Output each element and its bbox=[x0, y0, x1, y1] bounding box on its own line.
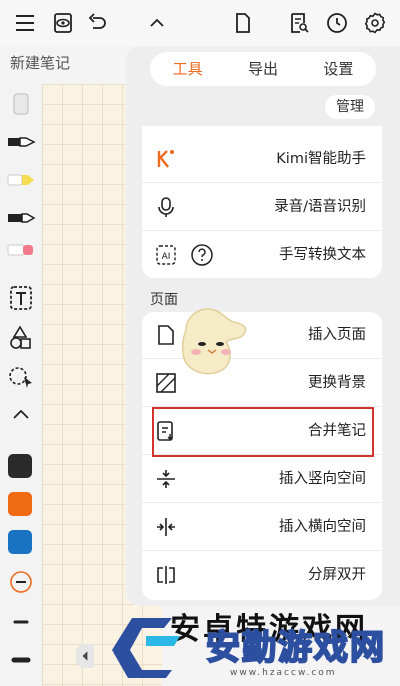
menu-icon[interactable] bbox=[10, 8, 40, 38]
vertical-space-icon bbox=[154, 468, 178, 490]
note-title[interactable]: 新建笔记 bbox=[10, 52, 70, 73]
split-screen-label: 分屏双开 bbox=[308, 567, 366, 583]
fountain-pen-icon[interactable] bbox=[5, 128, 37, 156]
watermark-logo bbox=[112, 618, 180, 678]
shapes-tool-icon[interactable] bbox=[5, 324, 37, 352]
split-screen-row[interactable]: 分屏双开 bbox=[142, 552, 382, 598]
settings-icon[interactable] bbox=[360, 8, 390, 38]
collapse-icon[interactable] bbox=[142, 8, 172, 38]
stroke-width-minus-icon[interactable] bbox=[5, 568, 37, 596]
handwriting-to-text-row[interactable]: AI 手写转换文本 bbox=[142, 232, 382, 278]
insert-horizontal-space-row[interactable]: 插入横向空间 bbox=[142, 504, 382, 551]
help-icon[interactable] bbox=[190, 243, 214, 267]
history-icon[interactable] bbox=[322, 8, 352, 38]
kimi-assistant-label: Kimi智能助手 bbox=[276, 151, 366, 167]
change-background-label: 更换背景 bbox=[308, 375, 366, 391]
watermark-url: www.hzaccw.com bbox=[230, 668, 337, 678]
voice-recognition-row[interactable]: 录音/语音识别 bbox=[142, 184, 382, 231]
page-icon[interactable] bbox=[228, 8, 258, 38]
eraser-tool-icon[interactable] bbox=[5, 90, 37, 118]
highlight-box bbox=[152, 407, 374, 457]
view-icon[interactable] bbox=[48, 8, 78, 38]
top-toolbar bbox=[0, 0, 400, 46]
manage-button[interactable]: 管理 bbox=[325, 95, 375, 119]
stroke-size-medium-icon[interactable] bbox=[5, 646, 37, 674]
highlighter-icon[interactable] bbox=[5, 166, 37, 194]
mascot-sticker bbox=[181, 308, 247, 375]
marker-pen-icon[interactable] bbox=[5, 204, 37, 232]
insert-page-label: 插入页面 bbox=[308, 327, 366, 343]
search-doc-icon[interactable] bbox=[284, 8, 314, 38]
color-swatch-blue[interactable] bbox=[8, 530, 32, 554]
tool-strip bbox=[0, 84, 42, 686]
split-screen-icon bbox=[154, 564, 178, 586]
color-swatch-orange[interactable] bbox=[8, 492, 32, 516]
tools-group: Kimi智能助手 录音/语音识别 AI 手写转换文本 bbox=[142, 126, 382, 278]
undo-icon[interactable] bbox=[82, 8, 112, 38]
text-tool-icon[interactable] bbox=[5, 284, 37, 312]
handwriting-to-text-label: 手写转换文本 bbox=[279, 247, 366, 263]
voice-recognition-label: 录音/语音识别 bbox=[274, 199, 366, 215]
tab-tools[interactable]: 工具 bbox=[150, 52, 225, 86]
collapse-tools-icon[interactable] bbox=[5, 400, 37, 428]
insert-vertical-space-row[interactable]: 插入竖向空间 bbox=[142, 456, 382, 503]
expand-arrow-icon[interactable] bbox=[76, 644, 94, 668]
ai-handwriting-icon: AI bbox=[154, 244, 178, 266]
kimi-assistant-row[interactable]: Kimi智能助手 bbox=[142, 136, 382, 183]
color-swatch-black[interactable] bbox=[8, 454, 32, 478]
svg-text:AI: AI bbox=[162, 252, 171, 262]
watermark-text: 安勤游戏网 bbox=[205, 627, 386, 669]
horizontal-space-icon bbox=[154, 516, 178, 538]
pencil-eraser-icon[interactable] bbox=[5, 236, 37, 264]
panel-tabs: 工具 导出 设置 bbox=[150, 52, 376, 86]
tab-export[interactable]: 导出 bbox=[225, 52, 300, 86]
kimi-icon bbox=[154, 148, 178, 170]
stroke-size-small-icon[interactable] bbox=[5, 608, 37, 636]
tab-settings[interactable]: 设置 bbox=[301, 52, 376, 86]
insert-vertical-space-label: 插入竖向空间 bbox=[279, 471, 366, 487]
insert-horizontal-space-label: 插入横向空间 bbox=[279, 519, 366, 535]
microphone-ai-icon bbox=[154, 196, 178, 218]
lasso-select-icon[interactable] bbox=[5, 364, 37, 392]
